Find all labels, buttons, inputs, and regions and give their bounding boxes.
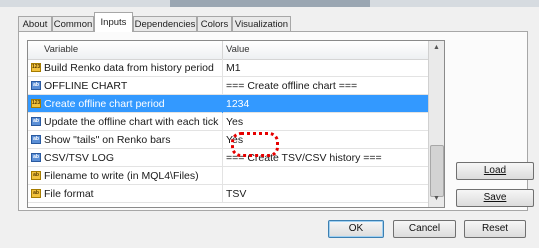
inputs-panel: Variable Value 123 Build Renko data from… [18,31,534,211]
tab-about[interactable]: About [18,16,52,31]
column-separator [222,185,223,203]
scroll-up-arrow-icon[interactable]: ▲ [429,41,444,55]
reset-button[interactable]: Reset [464,220,526,238]
scrollbar-thumb[interactable] [430,145,444,197]
window-top-strip [0,0,539,7]
tab-common[interactable]: Common [52,16,94,31]
bool-param-icon: ab [31,135,41,144]
table-row[interactable]: 123 Build Renko data from history period… [28,59,428,77]
row-variable: Update the offline chart with each tick [44,116,219,128]
tab-inputs[interactable]: Inputs [94,12,133,32]
row-variable: Filename to write (in MQL4\Files) [44,170,199,182]
section-param-icon: ab [31,153,41,162]
int-param-icon: 123 [31,99,41,108]
load-label: Load [483,165,507,176]
header-variable[interactable]: Variable [44,44,78,55]
grid-header: Variable Value [28,41,428,60]
header-separator [222,41,223,59]
row-variable: CSV/TSV LOG [44,152,115,164]
save-button[interactable]: Save [456,189,534,207]
row-value[interactable]: TSV [226,188,246,200]
column-separator [222,113,223,131]
save-label: Save [483,192,507,203]
row-value[interactable]: 1234 [226,98,249,110]
column-separator [222,149,223,167]
header-value[interactable]: Value [226,44,250,55]
int-param-icon: 123 [31,63,41,72]
row-variable: OFFLINE CHART [44,80,128,92]
row-variable: Show "tails" on Renko bars [44,134,171,146]
bool-param-icon: ab [31,117,41,126]
column-separator [222,167,223,185]
row-value[interactable]: Yes [226,134,243,146]
tab-dependencies[interactable]: Dependencies [133,16,197,31]
ok-button[interactable]: OK [328,220,384,238]
tab-colors[interactable]: Colors [197,16,232,31]
vertical-scrollbar[interactable]: ▲ ▼ [428,41,444,207]
row-variable: Build Renko data from history period [44,62,214,74]
section-param-icon: ab [31,81,41,90]
load-button[interactable]: Load [456,162,534,180]
row-variable: Create offline chart period [44,98,165,110]
column-separator [222,131,223,149]
table-row[interactable]: ab OFFLINE CHART === Create offline char… [28,77,428,95]
enum-param-icon: ab [31,189,41,198]
table-row-selected[interactable]: 123 Create offline chart period 1234 [28,95,428,113]
column-separator [222,77,223,95]
row-value[interactable]: === Create offline chart === [226,80,357,92]
table-row[interactable]: ab Update the offline chart with each ti… [28,113,428,131]
row-value[interactable]: === Create TSV/CSV history === [226,152,382,164]
scroll-down-arrow-icon[interactable]: ▼ [429,192,444,206]
table-row[interactable]: ab File format TSV [28,185,428,203]
table-row[interactable]: ab Filename to write (in MQL4\Files) [28,167,428,185]
column-separator [222,95,223,113]
title-highlight [170,0,370,7]
string-param-icon: ab [31,171,41,180]
column-separator [222,59,223,77]
table-row[interactable]: ab CSV/TSV LOG === Create TSV/CSV histor… [28,149,428,167]
table-row[interactable]: ab Show "tails" on Renko bars Yes [28,131,428,149]
cancel-button[interactable]: Cancel [393,220,456,238]
row-value[interactable]: M1 [226,62,241,74]
inputs-grid: Variable Value 123 Build Renko data from… [27,40,445,208]
row-value[interactable]: Yes [226,116,243,128]
tab-visualization[interactable]: Visualization [232,16,291,31]
row-variable: File format [44,188,94,200]
